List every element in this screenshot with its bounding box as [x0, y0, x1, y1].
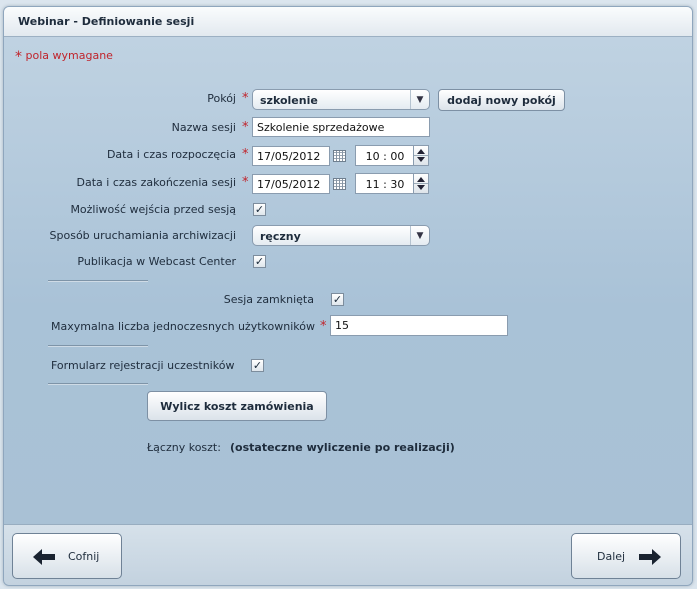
closed-session-label: Sesja zamknięta [223, 293, 314, 306]
footer-bar: Cofnij Dalej [4, 524, 692, 585]
window-title: Webinar - Definiowanie sesji [18, 15, 195, 28]
calendar-icon[interactable] [333, 150, 346, 162]
archive-mode-select[interactable]: ręczny ▼ [252, 225, 430, 246]
archive-mode-label: Sposób uruchamiania archiwizacji [49, 229, 236, 242]
end-time-spinner[interactable] [413, 173, 429, 194]
registration-form-checkbox[interactable]: ✓ [251, 359, 264, 372]
early-entry-label: Możliwość wejścia przed sesją [70, 203, 236, 216]
required-star: * [320, 319, 327, 334]
title-bar: Webinar - Definiowanie sesji [4, 7, 692, 37]
spinner-divider [414, 155, 428, 156]
chevron-down-icon[interactable]: ▼ [410, 90, 429, 109]
checkmark-icon: ✓ [252, 359, 263, 372]
closed-session-checkbox[interactable]: ✓ [331, 293, 344, 306]
room-select-value: szkolenie [260, 94, 318, 107]
webcast-checkbox[interactable]: ✓ [253, 255, 266, 268]
required-star: * [242, 120, 249, 135]
end-time-input[interactable]: 11 : 30 [355, 173, 415, 194]
room-select[interactable]: szkolenie ▼ [252, 89, 430, 110]
spinner-divider [414, 183, 428, 184]
archive-mode-value: ręczny [260, 230, 301, 243]
start-label: Data i czas rozpoczęcia [106, 148, 236, 161]
checkmark-icon: ✓ [332, 293, 343, 306]
required-star: * [15, 49, 22, 65]
spinner-down-icon[interactable] [417, 157, 425, 162]
arrow-right-icon [639, 549, 661, 565]
room-label: Pokój [207, 92, 236, 105]
max-users-input[interactable]: 15 [330, 315, 508, 336]
end-date-input[interactable]: 17/05/2012 [252, 174, 330, 194]
start-time-spinner[interactable] [413, 145, 429, 166]
session-name-label: Nazwa sesji [171, 121, 236, 134]
section-divider [48, 280, 148, 282]
arrow-left-icon [33, 549, 55, 565]
end-label: Data i czas zakończenia sesji [76, 176, 237, 189]
required-note-text: pola wymagane [25, 49, 113, 62]
required-star: * [242, 175, 249, 190]
total-cost-value: (ostateczne wyliczenie po realizacji) [230, 441, 455, 454]
early-entry-checkbox[interactable]: ✓ [253, 203, 266, 216]
checkmark-icon: ✓ [254, 255, 265, 268]
next-button[interactable]: Dalej [571, 533, 681, 579]
webcast-label: Publikacja w Webcast Center [77, 255, 236, 268]
spinner-up-icon[interactable] [417, 177, 425, 182]
required-star: * [242, 91, 249, 106]
total-cost-label: Łączny koszt: [147, 441, 221, 454]
back-button[interactable]: Cofnij [12, 533, 122, 579]
section-divider [48, 383, 148, 385]
start-date-input[interactable]: 17/05/2012 [252, 146, 330, 166]
required-star: * [242, 147, 249, 162]
back-button-label: Cofnij [68, 550, 100, 563]
spinner-up-icon[interactable] [417, 149, 425, 154]
checkmark-icon: ✓ [254, 203, 265, 216]
max-users-label: Maxymalna liczba jednoczesnych użytkowni… [51, 320, 315, 333]
calendar-icon[interactable] [333, 178, 346, 190]
spinner-down-icon[interactable] [417, 185, 425, 190]
start-time-input[interactable]: 10 : 00 [355, 145, 415, 166]
calculate-cost-button[interactable]: Wylicz koszt zamówienia [147, 391, 327, 421]
chevron-down-icon[interactable]: ▼ [410, 226, 429, 245]
add-room-button[interactable]: dodaj nowy pokój [438, 89, 565, 111]
section-divider [48, 345, 148, 347]
required-fields-note: * pola wymagane [15, 47, 113, 65]
next-button-label: Dalej [597, 550, 626, 563]
webinar-window: Webinar - Definiowanie sesji * pola wyma… [3, 6, 693, 586]
registration-form-label: Formularz rejestracji uczestników [51, 359, 235, 372]
session-name-input[interactable]: Szkolenie sprzedażowe [252, 117, 430, 137]
